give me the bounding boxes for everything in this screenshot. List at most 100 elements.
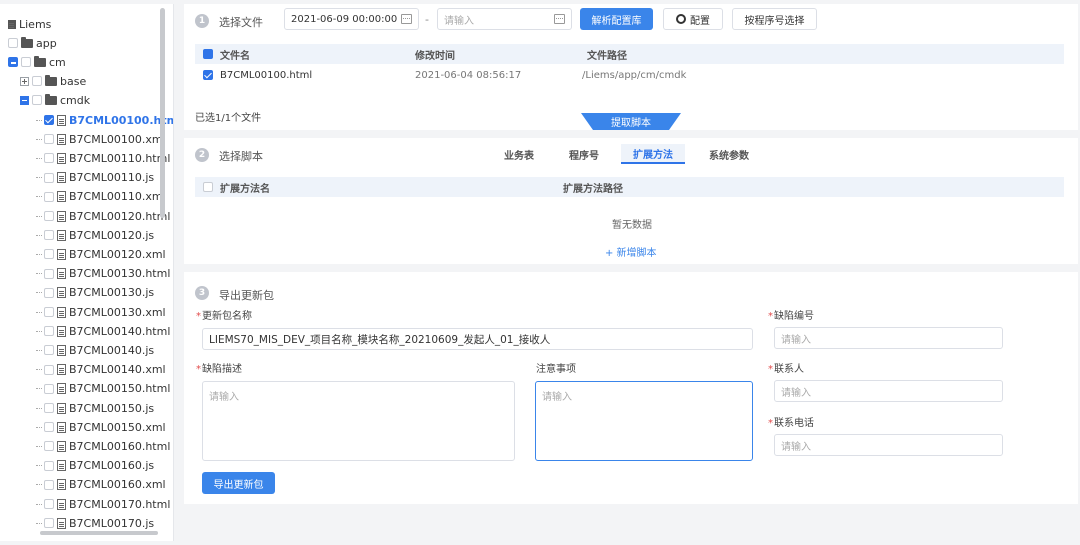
checkbox-icon[interactable]: [44, 211, 54, 221]
checkbox-icon[interactable]: [44, 172, 54, 183]
checkbox-icon[interactable]: [44, 422, 54, 433]
tree-item-file[interactable]: B7CML00140.xml: [36, 361, 166, 379]
tree-root[interactable]: Liems: [8, 15, 51, 33]
tree-item-file[interactable]: B7CML00140.js: [36, 341, 154, 359]
col-path[interactable]: 文件路径: [587, 47, 627, 62]
checkbox-indeterminate-icon[interactable]: [8, 57, 18, 67]
checkbox-icon[interactable]: [44, 518, 54, 529]
checkbox-icon[interactable]: [44, 460, 54, 471]
notes-textarea[interactable]: 请输入: [535, 381, 753, 461]
tree-item-file[interactable]: B7CML00170.html: [36, 495, 170, 513]
contact-input[interactable]: 请输入: [774, 380, 1003, 402]
tree-item-file[interactable]: B7CML00140.html: [36, 322, 170, 340]
extract-script-button[interactable]: 提取脚本: [581, 113, 681, 130]
add-script-link[interactable]: + 新增脚本: [605, 244, 657, 259]
file-icon: [57, 172, 66, 184]
col-filename[interactable]: 文件名: [220, 47, 415, 62]
expand-plus-icon[interactable]: [20, 76, 29, 86]
tab-business-table[interactable]: 业务表: [497, 144, 541, 164]
tree-item-file[interactable]: B7CML00130.html: [36, 265, 170, 283]
tab-program-no[interactable]: 程序号: [562, 144, 606, 164]
checkbox-icon[interactable]: [44, 249, 54, 260]
select-all-checkbox[interactable]: [203, 49, 213, 59]
checkbox-icon[interactable]: [21, 57, 31, 67]
checkbox-icon[interactable]: [44, 230, 54, 241]
checkbox-icon[interactable]: [44, 153, 54, 164]
file-icon: [57, 460, 66, 472]
tree-line: [36, 292, 42, 294]
tree-item-file[interactable]: B7CML00150.js: [36, 399, 154, 417]
calendar-icon[interactable]: [554, 14, 565, 24]
tab-system-params[interactable]: 系统参数: [701, 144, 757, 164]
tree-item-file[interactable]: B7CML00110.xml: [36, 188, 166, 206]
checkbox-icon[interactable]: [44, 403, 54, 413]
date-end-input[interactable]: 请输入: [437, 8, 572, 30]
row-checkbox[interactable]: [203, 70, 213, 80]
date-start-input[interactable]: 2021-06-09 00:00:00: [284, 8, 419, 30]
checkbox-icon[interactable]: [44, 479, 54, 490]
date-start-value: 2021-06-09 00:00:00: [291, 13, 398, 25]
tree-item-cm[interactable]: cm: [8, 53, 66, 71]
table-row[interactable]: B7CML00100.html 2021-06-04 08:56:17 /Lie…: [195, 65, 1064, 85]
tab-extension-method[interactable]: 扩展方法: [621, 144, 685, 164]
tree-item-file[interactable]: B7CML00100.xml: [36, 130, 166, 148]
tree-item-file[interactable]: B7CML00160.js: [36, 457, 154, 475]
tree-item-file[interactable]: B7CML00120.html: [36, 207, 170, 225]
checkbox-icon[interactable]: [44, 134, 54, 145]
calendar-icon[interactable]: [401, 14, 412, 24]
checkbox-icon[interactable]: [32, 76, 42, 86]
tree-line: [36, 138, 42, 140]
checkbox-icon[interactable]: [44, 326, 54, 337]
tree-item-file[interactable]: B7CML00130.js: [36, 284, 154, 302]
pkg-name-input[interactable]: LIEMS70_MIS_DEV_项目名称_模块名称_20210609_发起人_0…: [202, 328, 753, 350]
tree-item-file[interactable]: B7CML00130.xml: [36, 303, 166, 321]
file-icon: [57, 133, 66, 145]
checkbox-icon[interactable]: [32, 95, 42, 105]
tree-item-file[interactable]: B7CML00110.js: [36, 169, 154, 187]
tree-item-file[interactable]: B7CML00150.html: [36, 380, 170, 398]
checkbox-icon[interactable]: [44, 383, 54, 394]
tree-item-file[interactable]: B7CML00150.xml: [36, 418, 166, 436]
tree-item-file[interactable]: B7CML00160.xml: [36, 476, 166, 494]
collapse-minus-icon[interactable]: [20, 95, 29, 105]
step3-number: 3: [195, 286, 209, 300]
col-method-path[interactable]: 扩展方法路径: [563, 180, 623, 195]
tree-item-file[interactable]: B7CML00120.xml: [36, 245, 166, 263]
config-button[interactable]: 配置: [663, 8, 723, 30]
select-all-checkbox[interactable]: [203, 182, 213, 192]
parse-config-button[interactable]: 解析配置库: [580, 8, 653, 30]
checkbox-icon[interactable]: [44, 345, 54, 356]
checkbox-icon[interactable]: [44, 268, 54, 279]
tree-item-base[interactable]: base: [20, 72, 86, 90]
file-tree[interactable]: Liems app cm base cmdk B7CML00100.html B…: [0, 4, 174, 541]
vertical-scrollbar[interactable]: [160, 8, 165, 218]
checkbox-icon[interactable]: [8, 38, 18, 48]
col-modified[interactable]: 修改时间: [415, 47, 587, 62]
checkbox-checked-icon[interactable]: [44, 115, 54, 125]
tree-item-file[interactable]: B7CML00120.js: [36, 226, 154, 244]
tree-item-file-selected[interactable]: B7CML00100.html: [36, 111, 173, 129]
horizontal-scrollbar[interactable]: [40, 531, 158, 535]
tree-line: [36, 388, 42, 390]
export-package-button[interactable]: 导出更新包: [202, 472, 275, 494]
tree-item-file[interactable]: B7CML00110.html: [36, 149, 170, 167]
defect-desc-textarea[interactable]: 请输入: [202, 381, 515, 461]
checkbox-icon[interactable]: [44, 441, 54, 452]
tree-line: [36, 426, 42, 428]
checkbox-icon[interactable]: [44, 499, 54, 509]
defect-desc-label: *缺陷描述: [196, 364, 242, 375]
by-program-button[interactable]: 按程序号选择: [732, 8, 817, 30]
tree-item-cmdk[interactable]: cmdk: [20, 91, 90, 109]
tree-item-file[interactable]: B7CML00160.html: [36, 437, 170, 455]
checkbox-icon[interactable]: [44, 307, 54, 317]
tree-item-app[interactable]: app: [8, 34, 57, 52]
phone-input[interactable]: 请输入: [774, 434, 1003, 456]
tree-item-file[interactable]: B7CML00170.js: [36, 514, 154, 532]
defect-no-input[interactable]: 请输入: [774, 327, 1003, 349]
file-icon: [57, 479, 66, 491]
checkbox-icon[interactable]: [44, 191, 54, 202]
file-icon: [57, 517, 66, 529]
col-method-name[interactable]: 扩展方法名: [220, 180, 563, 195]
checkbox-icon[interactable]: [44, 364, 54, 375]
checkbox-icon[interactable]: [44, 287, 54, 298]
